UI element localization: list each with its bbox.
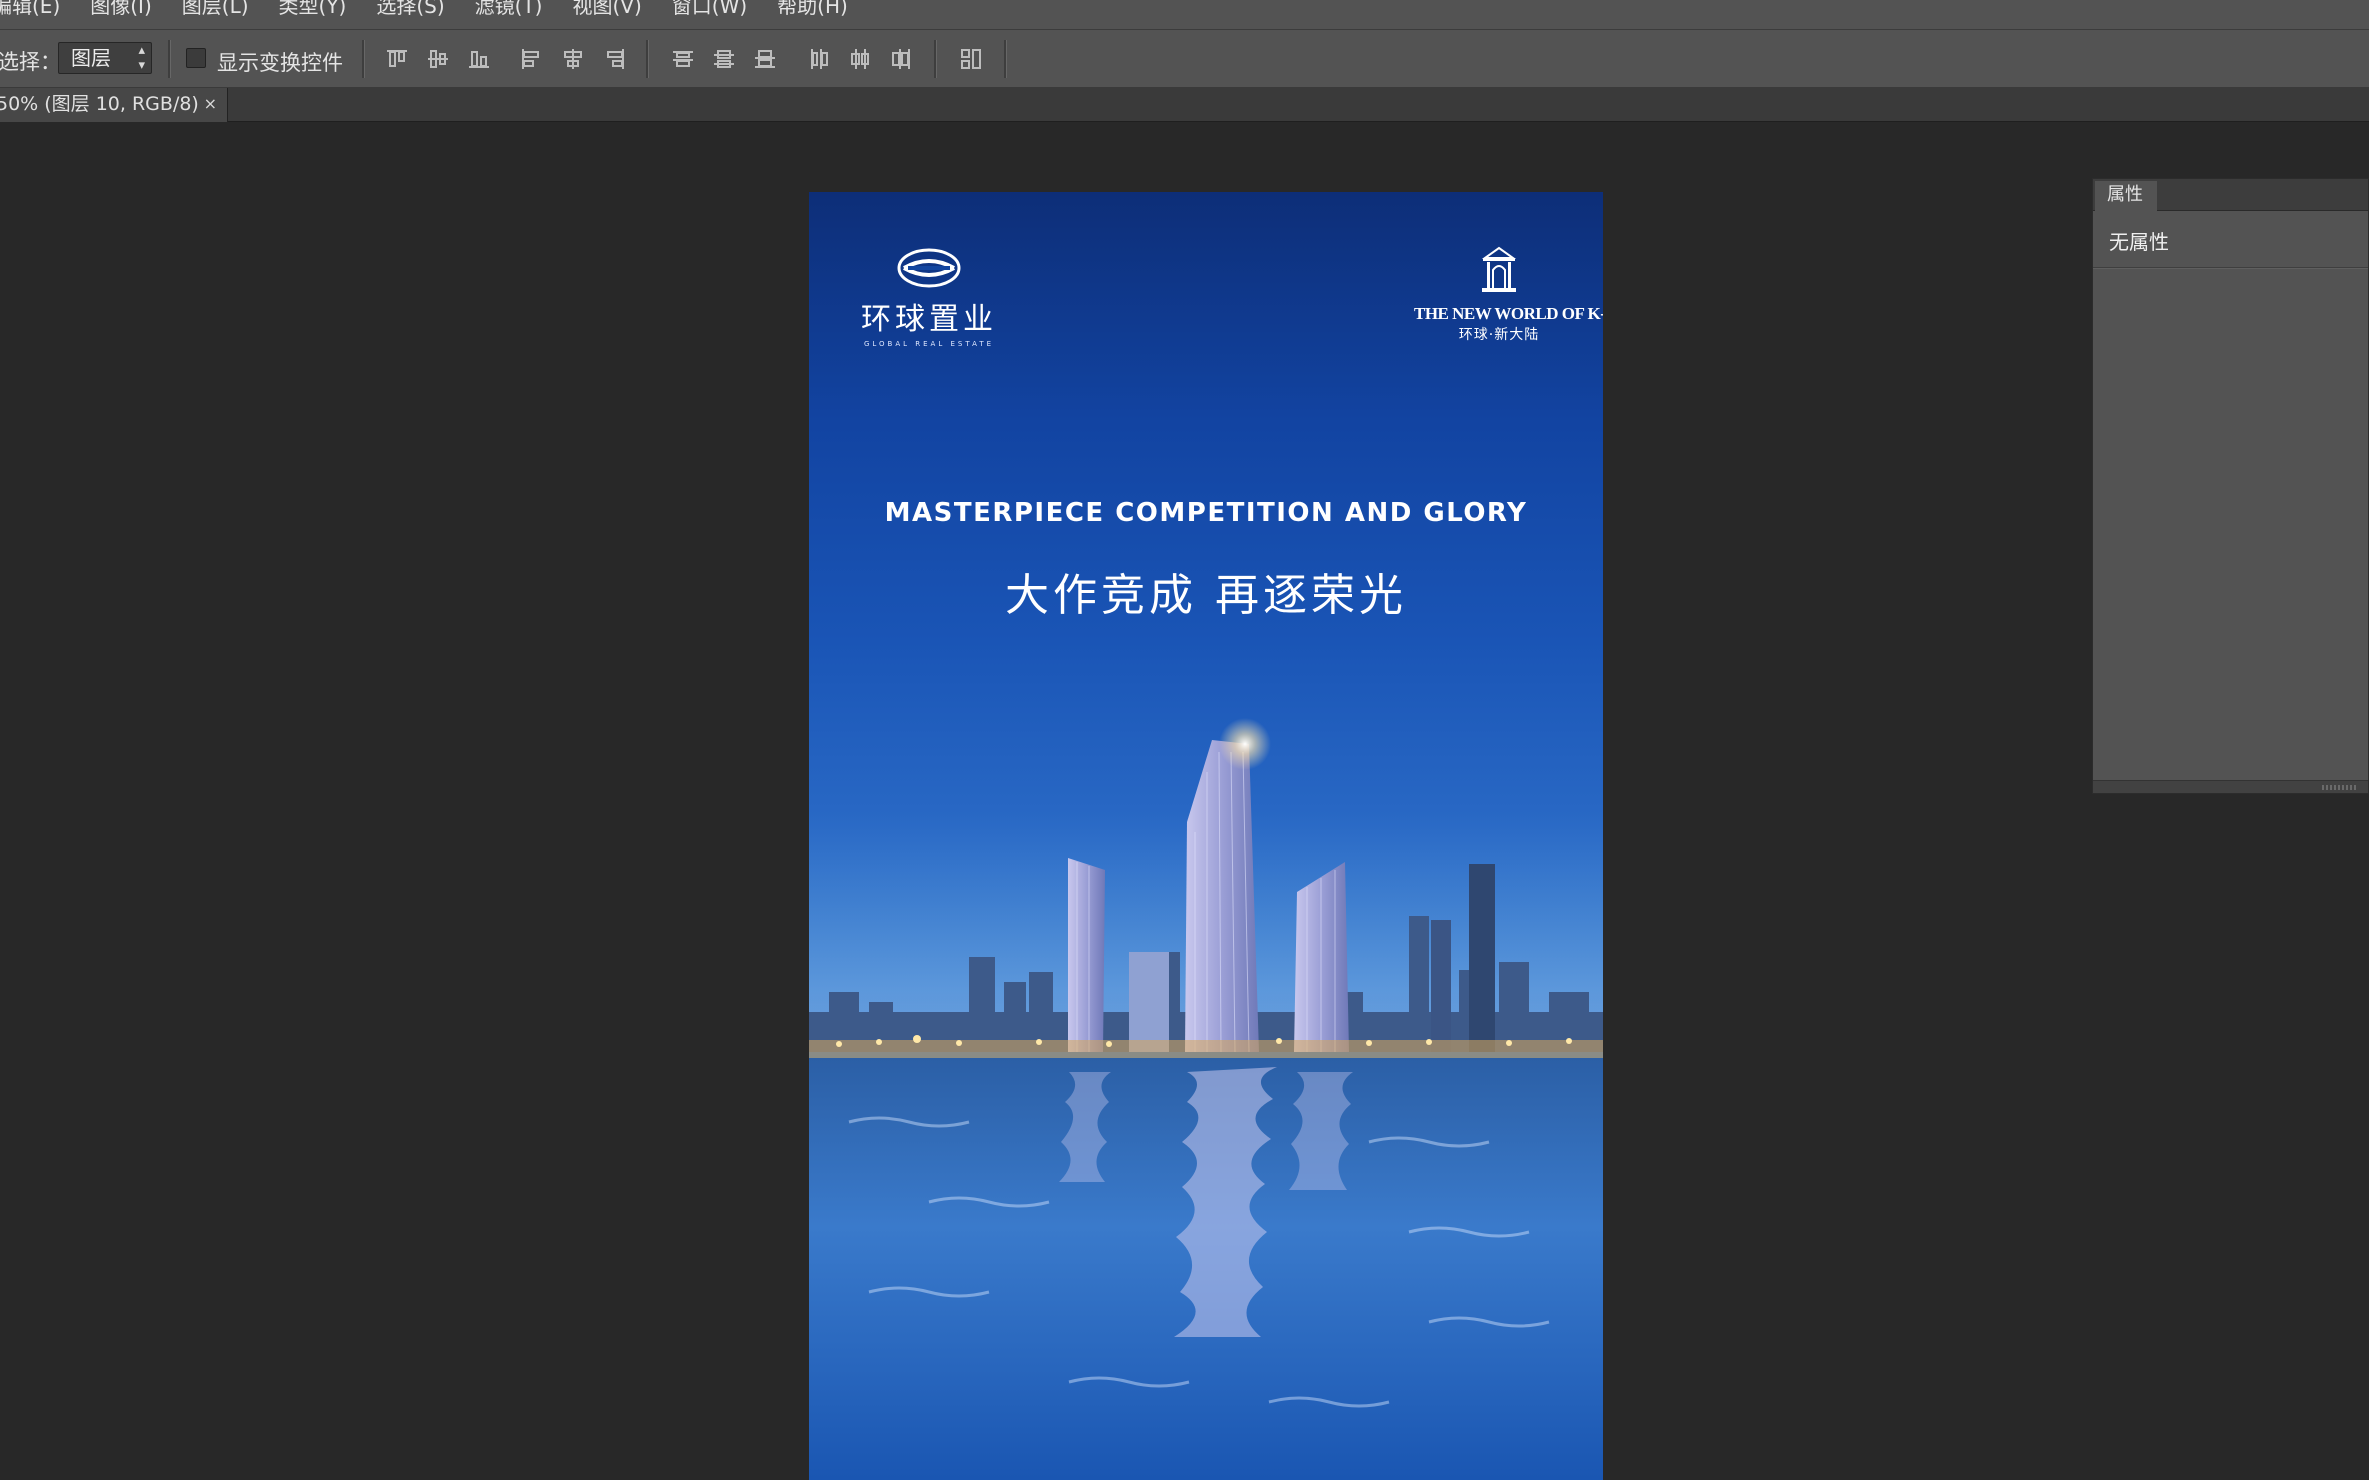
distribute-bottom-edges-icon[interactable] [752, 46, 778, 72]
panel-divider [2093, 267, 2368, 269]
properties-panel: 属性 无属性 [2092, 178, 2369, 794]
distribute-right-edges-icon[interactable] [888, 46, 914, 72]
logo-right-chinese-name: 环球·新大陆 [1458, 327, 1540, 343]
panel-footer [2093, 780, 2368, 793]
close-icon[interactable]: × [204, 88, 217, 120]
properties-tab-bar: 属性 [2093, 179, 2368, 211]
logo-left-english-name: GLOBAL REAL ESTATE [863, 340, 995, 348]
tab-properties[interactable]: 属性 [2095, 181, 2157, 211]
auto-select-label: 选择： [0, 50, 61, 74]
menu-type[interactable]: 类型(Y) [279, 0, 347, 16]
global-real-estate-logo: 环球置业 GLOBAL REAL ESTATE [859, 246, 999, 348]
no-properties-text: 无属性 [2109, 230, 2169, 254]
menu-select[interactable]: 选择(S) [376, 0, 444, 16]
menu-layer[interactable]: 图层(L) [182, 0, 249, 16]
distribute-top-edges-icon[interactable] [670, 46, 696, 72]
new-world-k-land-logo: THE NEW WORLD OF K-LAND 环球·新大陆 [1414, 244, 1603, 344]
align-bottom-edges-icon[interactable] [466, 46, 492, 72]
menu-filter[interactable]: 滤镜(T) [475, 0, 543, 16]
toolbar-separator [168, 40, 171, 78]
distribute-horizontal-centers-icon[interactable] [847, 46, 873, 72]
toolbar-separator [934, 40, 937, 78]
updown-arrows-icon: ▴ ▾ [138, 43, 145, 73]
document-tab-title: 50% (图层 10, RGB/8) [0, 93, 199, 115]
city-skyline-illustration [809, 718, 1603, 1480]
poster-headline-chinese: 大作竞成 再逐荣光 [1005, 570, 1407, 621]
logo-left-chinese-name: 环球置业 [861, 302, 997, 337]
show-transform-label: 显示变换控件 [217, 51, 343, 75]
align-top-edges-icon[interactable] [384, 46, 410, 72]
auto-align-layers-icon[interactable] [958, 46, 984, 72]
menu-bar: 编辑(E) 图像(I) 图层(L) 类型(Y) 选择(S) 滤镜(T) 视图(V… [0, 0, 2369, 30]
align-vertical-centers-icon[interactable] [425, 46, 451, 72]
distribute-left-edges-icon[interactable] [806, 46, 832, 72]
document-tab-strip: 50% (图层 10, RGB/8) × [0, 88, 2369, 122]
menu-view[interactable]: 视图(V) [572, 0, 641, 16]
toolbar-separator [1004, 40, 1007, 78]
brand-emblem-icon [897, 248, 961, 288]
auto-select-value: 图层 [71, 46, 111, 70]
toolbar-separator [646, 40, 649, 78]
document-tab[interactable]: 50% (图层 10, RGB/8) × [0, 88, 228, 122]
menu-window[interactable]: 窗口(W) [672, 0, 747, 16]
align-left-edges-icon[interactable] [518, 46, 544, 72]
resize-grip-icon[interactable] [2322, 785, 2356, 790]
logo-right-english-name: THE NEW WORLD OF K-LAND [1414, 304, 1603, 323]
show-transform-checkbox[interactable] [186, 48, 206, 68]
menu-image[interactable]: 图像(I) [90, 0, 152, 16]
align-right-edges-icon[interactable] [602, 46, 628, 72]
auto-select-dropdown[interactable]: 图层 ▴ ▾ [58, 42, 152, 74]
align-horizontal-centers-icon[interactable] [560, 46, 586, 72]
options-bar: 选择： 图层 ▴ ▾ 显示变换控件 [0, 30, 2369, 88]
arch-pavilion-icon [1481, 246, 1517, 292]
menu-edit[interactable]: 编辑(E) [0, 0, 60, 16]
distribute-vertical-centers-icon[interactable] [711, 46, 737, 72]
document-canvas[interactable]: 环球置业 GLOBAL REAL ESTATE THE NEW WORLD OF… [809, 192, 1603, 1480]
toolbar-separator [362, 40, 365, 78]
menu-help[interactable]: 帮助(H) [777, 0, 848, 16]
poster-headline-english: MASTERPIECE COMPETITION AND GLORY [884, 498, 1528, 528]
